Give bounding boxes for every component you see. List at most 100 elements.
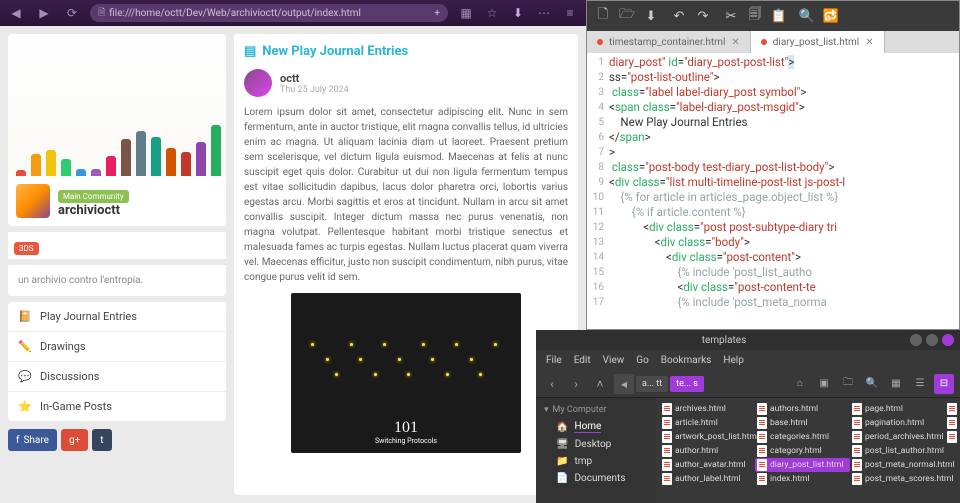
file-name: author_label.html <box>675 474 741 484</box>
breadcrumb-segment[interactable]: a... tt <box>636 376 668 392</box>
back-icon[interactable]: ‹ <box>542 374 562 394</box>
file-item[interactable]: authors.html <box>755 402 850 416</box>
forward-button[interactable]: ▶ <box>34 4 54 22</box>
code-line[interactable]: 5 New Play Journal Entries <box>587 115 959 130</box>
code-line[interactable]: 2ss="post-list-outline"> <box>587 70 959 85</box>
close-tab-icon[interactable]: ✕ <box>731 37 739 48</box>
code-line[interactable]: 10 {% for article in articles_page.objec… <box>587 190 959 205</box>
code-line[interactable]: 12 <div class="post post-subtype-diary t… <box>587 220 959 235</box>
back-button[interactable]: ◀ <box>6 4 26 22</box>
code-line[interactable]: 9<div class="list multi-timeline-post-li… <box>587 175 959 190</box>
sidebar-menu: 📔Play Journal Entries✏️Drawings💬Discussi… <box>8 302 226 421</box>
fm-side-header[interactable]: ▾My Computer <box>536 402 656 418</box>
code-line[interactable]: 3 class="label label-diary_post symbol"> <box>587 85 959 100</box>
paste-icon[interactable]: 📋 <box>771 8 787 24</box>
fm-menu-item[interactable]: View <box>603 355 625 366</box>
code-line[interactable]: 14 <div class="post-content"> <box>587 250 959 265</box>
fm-menu-item[interactable]: Go <box>636 355 649 366</box>
file-item[interactable]: base.html <box>755 416 850 430</box>
file-item[interactable]: author_label.html <box>660 472 755 486</box>
file-item[interactable]: diary_post_list.html <box>755 458 850 472</box>
code-line[interactable]: 8 class="post-body test-diary_post-list-… <box>587 160 959 175</box>
code-line[interactable]: 6</span> <box>587 130 959 145</box>
crumb-back-icon[interactable]: ◂ <box>614 374 634 394</box>
fm-side-item[interactable]: 🏠Home <box>536 418 656 436</box>
search-icon[interactable]: 🔍 <box>862 374 882 394</box>
up-icon[interactable]: ˄ <box>590 374 610 394</box>
fm-side-item[interactable]: 📁tmp <box>536 453 656 470</box>
tumblr-share[interactable]: t <box>92 429 111 451</box>
fm-menu-item[interactable]: Edit <box>574 355 591 366</box>
home-icon[interactable]: ⌂ <box>790 374 810 394</box>
file-item[interactable]: author_avatar.html <box>660 458 755 472</box>
file-item[interactable]: article.html <box>660 416 755 430</box>
editor-tab[interactable]: diary_post_list.html✕ <box>751 31 885 53</box>
code-line[interactable]: 13 <div class="body"> <box>587 235 959 250</box>
new-file-icon[interactable]: 🗋 <box>595 8 611 24</box>
code-line[interactable]: 4<span class="label-diary_post-msgid"> <box>587 100 959 115</box>
file-item[interactable]: category.html <box>755 444 850 458</box>
file-item[interactable]: post_list_author.html <box>850 444 945 458</box>
code-line[interactable]: 7> <box>587 145 959 160</box>
fm-side-item[interactable]: 🖥Desktop <box>536 436 656 453</box>
forward-icon[interactable]: › <box>566 374 586 394</box>
add-tab-icon[interactable]: + <box>434 8 440 19</box>
sidebar-item[interactable]: ✏️Drawings <box>8 332 226 362</box>
file-item[interactable]: pagination.html <box>850 416 945 430</box>
redo-icon[interactable]: ↷ <box>695 8 711 24</box>
post-author: octt <box>280 72 349 85</box>
code-line[interactable]: 1diary_post" id="diary_post-post-list"> <box>587 55 959 70</box>
url-bar[interactable]: 🗎 file:///home/octt/Dev/Web/archivioctt/… <box>90 4 448 22</box>
file-item[interactable]: page.html <box>850 402 945 416</box>
open-file-icon[interactable]: 🗁 <box>619 8 635 24</box>
bookmark-icon[interactable]: ☆ <box>482 4 502 22</box>
maximize-button[interactable] <box>926 334 938 346</box>
copy-icon[interactable]: 🗐 <box>747 8 763 24</box>
terminal-icon[interactable]: ▣ <box>814 374 834 394</box>
sidebar-item[interactable]: 📔Play Journal Entries <box>8 302 226 332</box>
gplus-share[interactable]: g+ <box>61 429 88 451</box>
file-item[interactable]: author.html <box>660 444 755 458</box>
file-item[interactable]: post_meta_topic.html <box>945 402 960 416</box>
close-tab-icon[interactable]: ✕ <box>865 37 873 48</box>
file-item[interactable]: categories.html <box>755 430 850 444</box>
fm-menu-item[interactable]: File <box>546 355 562 366</box>
minimize-button[interactable] <box>910 334 922 346</box>
facebook-share[interactable]: fShare <box>8 429 57 451</box>
code-line[interactable]: 11 {% if article.content %} <box>587 205 959 220</box>
file-item[interactable]: index.html <box>755 472 850 486</box>
search-icon[interactable]: 🔍 <box>799 8 815 24</box>
file-item[interactable]: artwork_post_list.html <box>660 430 755 444</box>
file-item[interactable]: social_buttons.html <box>945 430 960 444</box>
download-icon[interactable]: ⬇ <box>508 4 528 22</box>
close-button[interactable] <box>942 334 954 346</box>
file-item[interactable]: post_meta_scores.html <box>850 472 945 486</box>
list-view-icon[interactable]: ☰ <box>910 374 930 394</box>
file-item[interactable]: sidebar.html <box>945 416 960 430</box>
file-item[interactable]: period_archives.html <box>850 430 945 444</box>
editor-tab[interactable]: timestamp_container.html✕ <box>587 31 751 53</box>
code-line[interactable]: 17 {% include 'post_meta_norma <box>587 295 959 310</box>
file-item[interactable]: archives.html <box>660 402 755 416</box>
cut-icon[interactable]: ✂ <box>723 8 739 24</box>
compact-view-icon[interactable]: ⊟ <box>934 374 954 394</box>
save-icon[interactable]: ⬇ <box>643 8 659 24</box>
undo-icon[interactable]: ↶ <box>671 8 687 24</box>
extensions-icon[interactable]: ⋯ <box>534 4 554 22</box>
fm-side-item[interactable]: 📄Documents <box>536 470 656 487</box>
code-line[interactable]: 16 <div class="post-content-te <box>587 280 959 295</box>
menu-icon[interactable]: ≡ <box>560 4 580 22</box>
file-item[interactable]: post_meta_normal.html <box>850 458 945 472</box>
editor-code[interactable]: 1diary_post" id="diary_post-post-list">2… <box>587 53 959 312</box>
code-line[interactable]: 15 {% include 'post_list_autho <box>587 265 959 280</box>
sidebar-item[interactable]: ⭐In-Game Posts <box>8 392 226 421</box>
new-folder-icon[interactable]: 🗀 <box>838 374 858 394</box>
replace-icon[interactable]: 🔂 <box>823 8 839 24</box>
fm-menu-item[interactable]: Bookmarks <box>661 355 712 366</box>
reader-icon[interactable]: ▦ <box>456 4 476 22</box>
fm-menu-item[interactable]: Help <box>723 355 743 366</box>
breadcrumb-segment[interactable]: te... s <box>670 376 704 392</box>
reload-button[interactable]: ⟳ <box>62 4 82 22</box>
grid-view-icon[interactable]: ▦ <box>886 374 906 394</box>
sidebar-item[interactable]: 💬Discussions <box>8 362 226 392</box>
